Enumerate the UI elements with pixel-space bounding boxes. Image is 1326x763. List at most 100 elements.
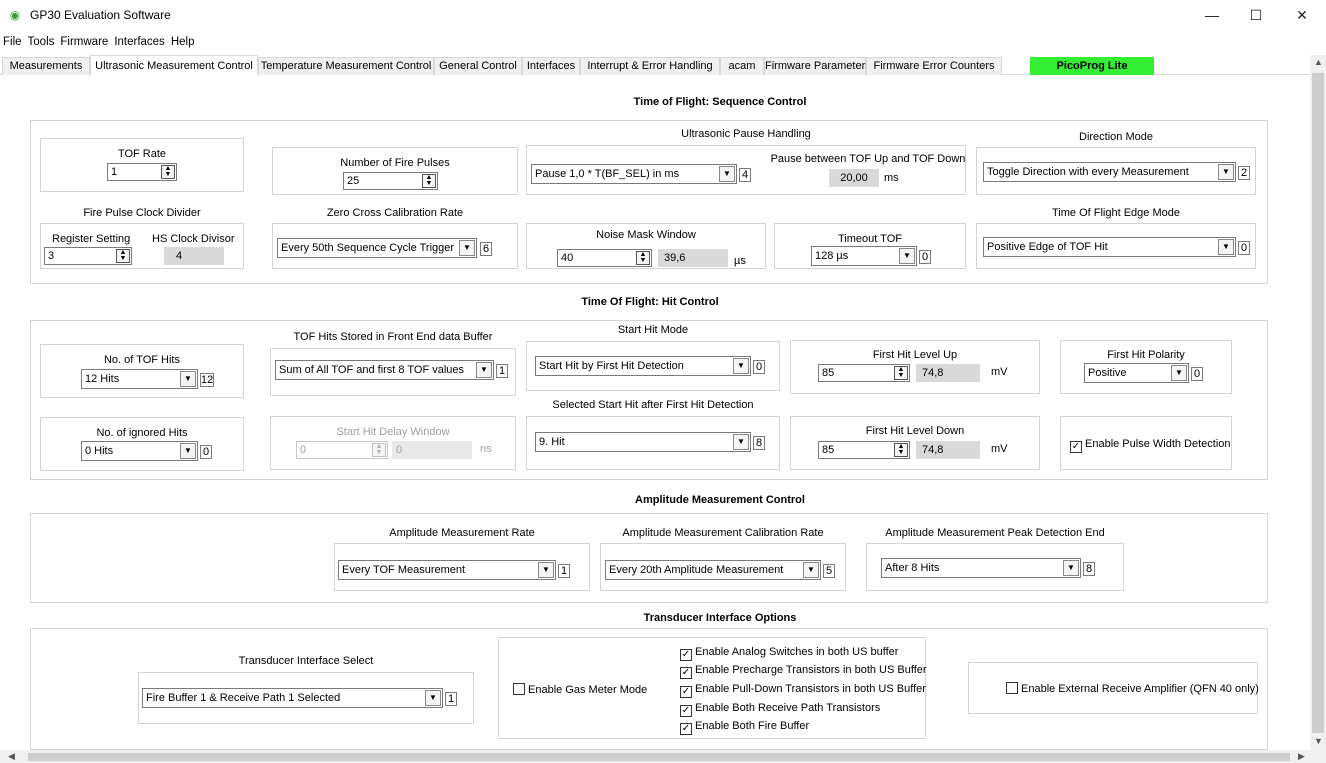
register-setting-label: Register Setting xyxy=(52,233,131,245)
pause-mode-select[interactable]: Pause 1,0 * T(BF_SEL) in ms ▼ xyxy=(531,164,737,184)
horizontal-scroll-thumb[interactable] xyxy=(28,753,1290,761)
chevron-right-icon[interactable]: ▶ xyxy=(1298,751,1305,762)
vertical-scrollbar[interactable]: ▲ ▼ xyxy=(1310,55,1326,750)
transducer-select-index: 1 xyxy=(445,692,457,706)
amp-cal-select[interactable]: Every 20th Amplitude Measurement ▼ xyxy=(605,560,821,580)
tof-edge-mode-index: 0 xyxy=(1238,241,1250,255)
horizontal-scrollbar[interactable]: ◀ ▶ xyxy=(0,750,1326,763)
timeout-tof-select[interactable]: 128 µs ▼ xyxy=(811,246,917,266)
hit-control-title: Time Of Flight: Hit Control xyxy=(581,296,719,308)
tab-firmware-parameters[interactable]: Firmware Parameters xyxy=(764,57,871,75)
chevron-up-icon[interactable]: ▲ xyxy=(1314,57,1323,67)
tof-rate-stepper[interactable]: 1 ▲ ▼ xyxy=(107,163,177,181)
menu-file[interactable]: File xyxy=(0,33,25,51)
hits-stored-index: 1 xyxy=(496,364,508,378)
zero-cross-select[interactable]: Every 50th Sequence Cycle Trigger ▼ xyxy=(277,238,477,258)
stepper-arrows-icon[interactable]: ▲ ▼ xyxy=(894,366,908,380)
receive-path-checkbox[interactable]: ✓ Enable Both Receive Path Transistors xyxy=(680,701,880,717)
tab-ultrasonic-measurement-control[interactable]: Ultrasonic Measurement Control xyxy=(90,55,258,76)
tab-interrupt-error-handling[interactable]: Interrupt & Error Handling xyxy=(580,57,720,75)
timeout-tof-index: 0 xyxy=(919,250,931,264)
direction-mode-select[interactable]: Toggle Direction with every Measurement ▼ xyxy=(983,162,1236,182)
external-amp-checkbox[interactable]: Enable External Receive Amplifier (QFN 4… xyxy=(1006,682,1259,696)
hits-stored-select[interactable]: Sum of All TOF and first 8 TOF values ▼ xyxy=(275,360,494,380)
chevron-down-icon: ▼ xyxy=(733,358,749,374)
level-up-calc: 74,8 xyxy=(916,364,980,382)
fire-buffer-checkbox[interactable]: ✓ Enable Both Fire Buffer xyxy=(680,719,809,735)
amp-peak-index: 8 xyxy=(1083,562,1095,576)
stepper-arrows-icon[interactable]: ▲ ▼ xyxy=(116,249,130,263)
menu-interfaces[interactable]: Interfaces xyxy=(111,33,168,51)
start-hit-mode-select[interactable]: Start Hit by First Hit Detection ▼ xyxy=(535,356,751,376)
stepper-arrows-icon[interactable]: ▲ ▼ xyxy=(422,174,436,188)
tof-hits-select[interactable]: 12 Hits ▼ xyxy=(81,369,198,389)
ignored-hits-label: No. of ignored Hits xyxy=(96,427,188,439)
stepper-arrows-icon[interactable]: ▲ ▼ xyxy=(636,251,650,265)
pull-down-checkbox[interactable]: ✓ Enable Pull-Down Transistors in both US… xyxy=(680,682,926,698)
chevron-down-icon: ▼ xyxy=(538,562,554,578)
selected-start-hit-select[interactable]: 9. Hit ▼ xyxy=(535,432,751,452)
tab-strip: Measurements Ultrasonic Measurement Cont… xyxy=(0,55,1310,76)
level-down-unit: mV xyxy=(991,443,1008,455)
polarity-select[interactable]: Positive ▼ xyxy=(1084,363,1189,383)
tab-interfaces[interactable]: Interfaces xyxy=(522,57,580,75)
level-down-calc: 74,8 xyxy=(916,441,980,459)
ignored-hits-select[interactable]: 0 Hits ▼ xyxy=(81,441,198,461)
transducer-select[interactable]: Fire Buffer 1 & Receive Path 1 Selected ▼ xyxy=(142,688,443,708)
stepper-arrows-icon[interactable]: ▲ ▼ xyxy=(894,443,908,457)
menu-firmware[interactable]: Firmware xyxy=(57,33,111,51)
menu-help[interactable]: Help xyxy=(168,33,198,51)
start-hit-delay-label: Start Hit Delay Window xyxy=(336,426,450,438)
ignored-hits-index: 0 xyxy=(200,445,212,459)
close-button[interactable]: ✕ xyxy=(1280,4,1324,26)
maximize-button[interactable]: ☐ xyxy=(1234,4,1278,26)
amplitude-control-title: Amplitude Measurement Control xyxy=(635,494,805,506)
tab-firmware-error-counters[interactable]: Firmware Error Counters xyxy=(866,57,1002,75)
app-icon: ◉ xyxy=(9,8,21,22)
analog-switches-checkbox[interactable]: ✓ Enable Analog Switches in both US buffe… xyxy=(680,645,898,661)
tab-temperature-measurement-control[interactable]: Temperature Measurement Control xyxy=(258,57,434,75)
amp-rate-index: 1 xyxy=(558,564,570,578)
pulse-width-checkbox[interactable]: ✓ Enable Pulse Width Detection xyxy=(1070,437,1231,453)
checkbox-empty-icon xyxy=(1006,682,1018,694)
chevron-down-icon[interactable]: ▼ xyxy=(1314,736,1323,746)
tab-measurements[interactable]: Measurements xyxy=(2,57,90,75)
polarity-index: 0 xyxy=(1191,367,1203,381)
checkmark-icon: ✓ xyxy=(680,723,692,735)
register-setting-stepper[interactable]: 3 ▲ ▼ xyxy=(44,247,132,265)
gas-meter-checkbox[interactable]: Enable Gas Meter Mode xyxy=(513,683,647,697)
tof-edge-mode-select[interactable]: Positive Edge of TOF Hit ▼ xyxy=(983,237,1236,257)
level-up-stepper[interactable]: 85 ▲ ▼ xyxy=(818,364,910,382)
tof-edge-mode-label: Time Of Flight Edge Mode xyxy=(1052,207,1180,219)
vertical-scroll-thumb[interactable] xyxy=(1312,73,1324,733)
amp-peak-label: Amplitude Measurement Peak Detection End xyxy=(885,527,1105,539)
start-hit-delay-stepper[interactable]: 0 ▲ ▼ xyxy=(296,441,388,459)
tab-picoprog-lite[interactable]: PicoProg Lite xyxy=(1030,57,1154,75)
tab-general-control[interactable]: General Control xyxy=(434,57,522,75)
chevron-down-icon: ▼ xyxy=(733,434,749,450)
checkmark-icon: ✓ xyxy=(680,667,692,679)
start-hit-mode-label: Start Hit Mode xyxy=(617,324,689,336)
stepper-arrows-icon[interactable]: ▲ ▼ xyxy=(372,443,386,457)
stepper-arrows-icon[interactable]: ▲ ▼ xyxy=(161,165,175,179)
chevron-down-icon: ▼ xyxy=(180,371,196,387)
tab-acam[interactable]: acam xyxy=(720,57,764,75)
menu-tools[interactable]: Tools xyxy=(25,33,58,51)
fire-pulses-label: Number of Fire Pulses xyxy=(340,157,450,169)
level-down-stepper[interactable]: 85 ▲ ▼ xyxy=(818,441,910,459)
chevron-down-icon: ▼ xyxy=(476,362,492,378)
minimize-button[interactable]: — xyxy=(1190,4,1234,26)
tof-rate-label: TOF Rate xyxy=(117,148,167,160)
level-up-label: First Hit Level Up xyxy=(872,349,958,361)
amp-rate-select[interactable]: Every TOF Measurement ▼ xyxy=(338,560,556,580)
noise-mask-stepper[interactable]: 40 ▲ ▼ xyxy=(557,249,652,267)
tof-hits-label: No. of TOF Hits xyxy=(103,354,180,366)
timeout-tof-label: Timeout TOF xyxy=(838,233,902,245)
chevron-down-icon: ▼ xyxy=(180,443,196,459)
amp-peak-select[interactable]: After 8 Hits ▼ xyxy=(881,558,1081,578)
zero-cross-index: 6 xyxy=(480,242,492,256)
fire-pulses-stepper[interactable]: 25 ▲ ▼ xyxy=(343,172,438,190)
chevron-down-icon: ▼ xyxy=(803,562,819,578)
chevron-left-icon[interactable]: ◀ xyxy=(8,751,15,762)
precharge-checkbox[interactable]: ✓ Enable Precharge Transistors in both US… xyxy=(680,663,927,679)
